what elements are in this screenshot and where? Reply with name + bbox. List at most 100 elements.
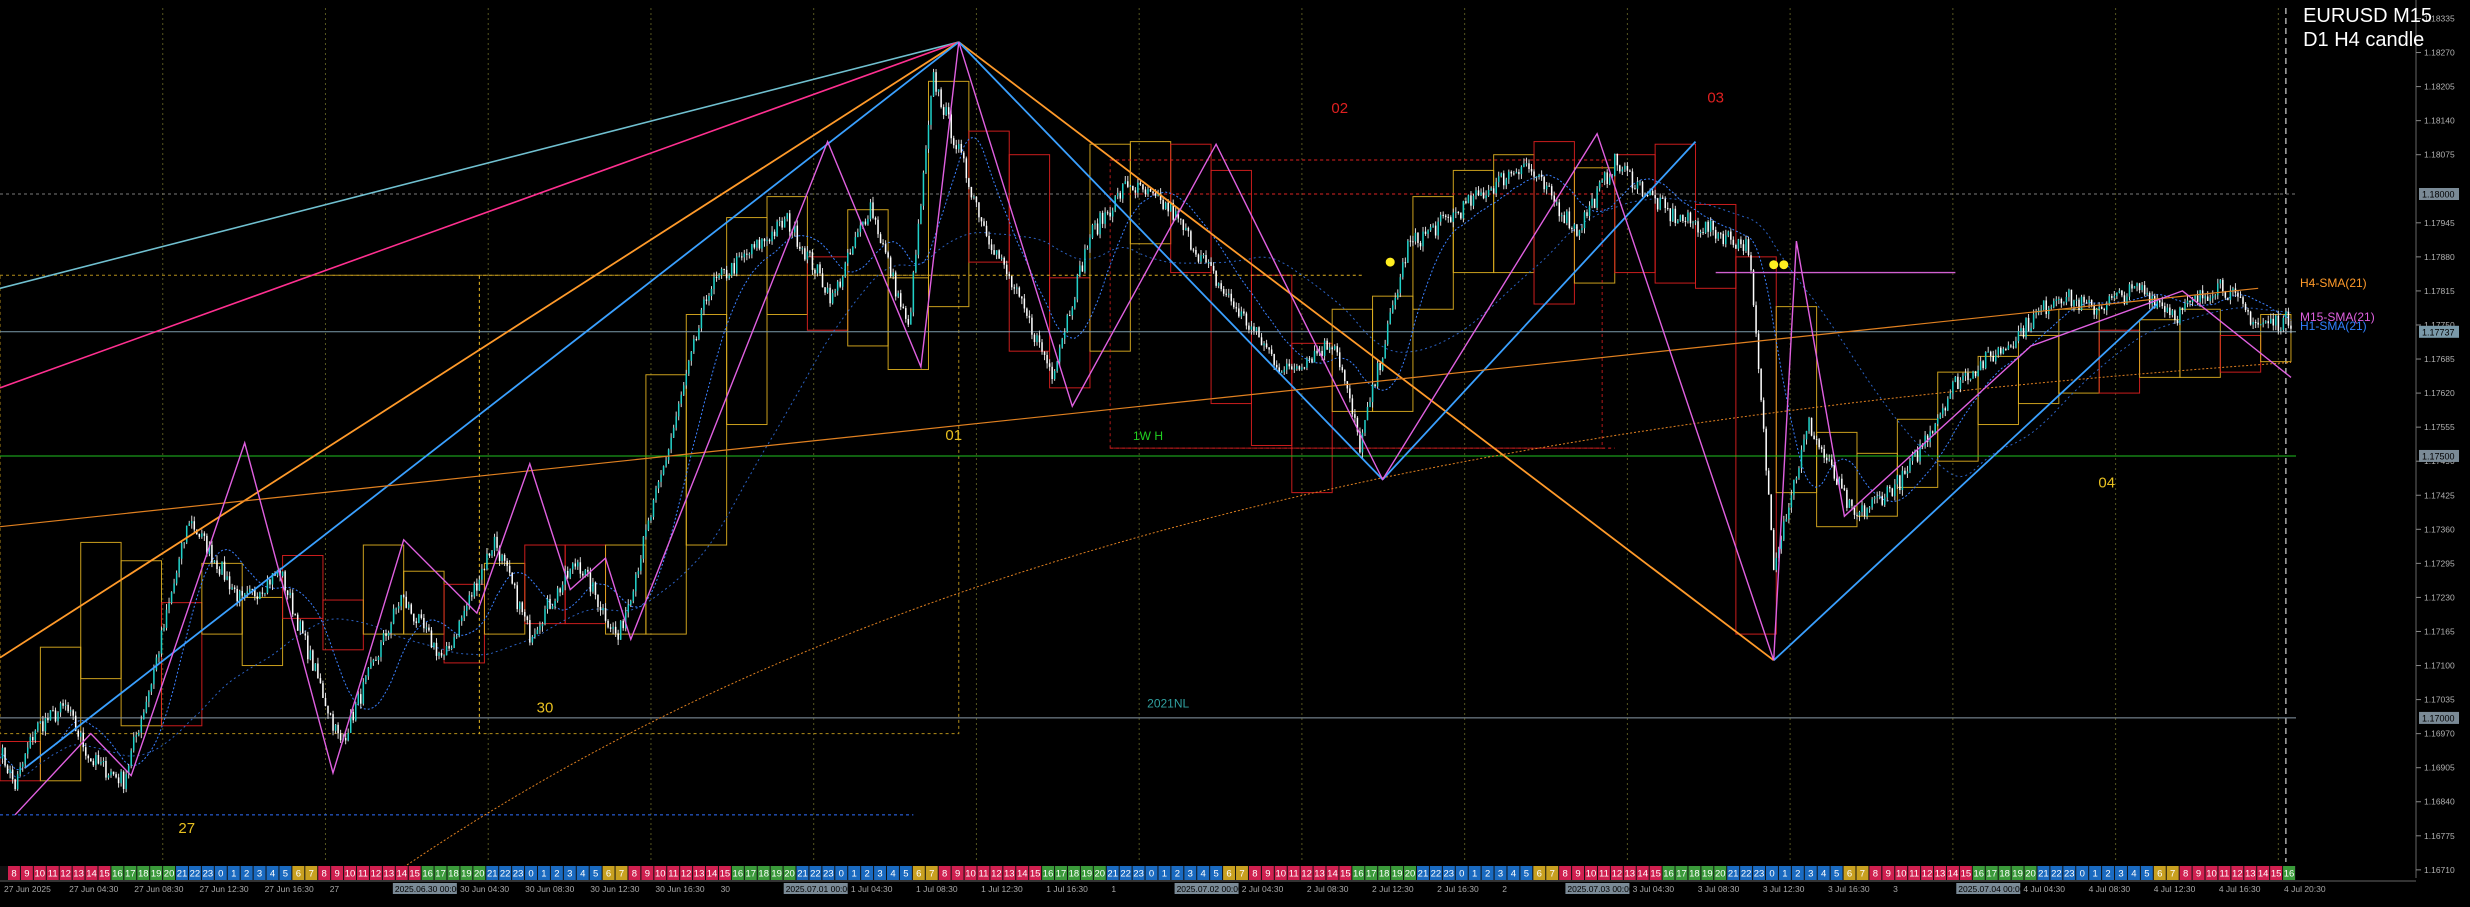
candle-body: [935, 72, 937, 92]
candle-body: [1311, 358, 1313, 363]
hour-cell-label: 19: [1392, 869, 1403, 880]
candle-body: [329, 713, 332, 715]
candle-body: [1687, 212, 1689, 222]
candle-body: [1936, 418, 1939, 424]
candle-body: [650, 517, 652, 521]
candle-body: [1147, 189, 1149, 195]
candle-body: [2206, 296, 2209, 301]
candle-body: [859, 225, 862, 233]
candle-body: [1765, 428, 1767, 471]
candle-body: [2272, 318, 2275, 326]
candle-body: [354, 703, 357, 721]
hour-cell-label: 3: [257, 869, 262, 880]
candle-body: [82, 732, 85, 748]
candle-body: [1573, 224, 1576, 229]
candle-body: [1805, 430, 1808, 440]
candle-body: [677, 403, 680, 417]
price-tick-label: 1.17230: [2424, 592, 2455, 602]
candle-body: [1217, 283, 1220, 286]
candle-body: [1586, 212, 1588, 217]
candle-body: [1916, 450, 1919, 462]
candle-body: [2290, 325, 2292, 329]
candle-body: [1682, 215, 1684, 222]
candle-body: [2131, 284, 2133, 289]
candle-body: [1742, 244, 1745, 251]
hour-cell-label: 23: [513, 869, 524, 880]
candle-body: [1561, 215, 1563, 217]
candle-body: [418, 614, 420, 624]
hour-cell-label: 9: [24, 869, 29, 880]
h4-box: [1614, 154, 1656, 274]
candle-body: [1525, 163, 1528, 165]
candle-body: [642, 536, 645, 559]
candle-body: [655, 488, 657, 500]
candle-body: [42, 721, 44, 732]
candle-body: [496, 536, 498, 548]
hour-cell-label: 0: [1769, 869, 1774, 880]
ma-line: [0, 197, 2292, 779]
candle-body: [175, 572, 178, 584]
candle-body: [1722, 233, 1725, 245]
candle-body: [723, 268, 725, 270]
hour-cell-label: 21: [177, 869, 188, 880]
candle-body: [783, 219, 786, 228]
candle-body: [776, 221, 778, 237]
candle-body: [85, 747, 87, 756]
candle-body: [1856, 514, 1858, 516]
candle-body: [307, 635, 309, 660]
candle-body: [1482, 192, 1485, 199]
candle-body: [218, 569, 221, 575]
candle-body: [1364, 420, 1366, 433]
candle-body: [1601, 180, 1603, 183]
candle-body: [1906, 471, 1909, 474]
candle-body: [1828, 459, 1830, 461]
hour-cell-label: 21: [487, 869, 498, 880]
candle-body: [132, 736, 135, 751]
candle-body: [1669, 208, 1672, 222]
candle-body: [1820, 447, 1823, 450]
candle-body: [1846, 489, 1848, 508]
hour-cell-label: 10: [1586, 869, 1597, 880]
candle-body: [831, 293, 834, 304]
candle-body: [662, 466, 665, 475]
trend-line: [0, 41, 959, 290]
hour-cell-label: 7: [1550, 869, 1555, 880]
candle-body: [1096, 223, 1099, 235]
candle-body: [1909, 460, 1911, 472]
hour-cell-label: 16: [1043, 869, 1054, 880]
price-chart[interactable]: 2730010203041W H2021NLH4-SMA(21)M15-SMA(…: [0, 0, 2470, 907]
candle-body: [413, 613, 415, 622]
price-tick-label: 1.16710: [2424, 865, 2455, 875]
indicator-label: H1-SMA(21): [2300, 319, 2367, 333]
candle-body: [1164, 202, 1167, 210]
candle-body: [1442, 214, 1444, 216]
candle-body: [11, 769, 14, 780]
candle-body: [2075, 299, 2078, 301]
candle-body: [955, 145, 958, 150]
candle-body: [1815, 439, 1818, 441]
candle-body: [1255, 327, 1258, 331]
candle-body: [619, 620, 622, 640]
candle-body: [2158, 300, 2161, 303]
candle-body: [29, 736, 32, 748]
candle-body: [1094, 223, 1096, 225]
hour-cell-label: 0: [2080, 869, 2085, 880]
hour-cell-label: 21: [797, 869, 808, 880]
h4-box: [2139, 319, 2181, 378]
candle-body: [1876, 496, 1878, 498]
price-axis: 1.183351.182701.182051.181401.180751.179…: [2415, 0, 2459, 878]
hour-cell-label: 15: [720, 869, 731, 880]
candle-body: [397, 606, 400, 609]
candle-body: [2217, 283, 2219, 296]
candle-body: [2080, 296, 2083, 311]
time-tick-label: 2 Jul 12:30: [1372, 884, 1414, 894]
hour-cell-label: 8: [1873, 869, 1878, 880]
candle-body: [110, 771, 112, 776]
candle-body: [766, 239, 768, 242]
candle-body: [2055, 299, 2058, 301]
candle-body: [1677, 220, 1679, 224]
candle-body: [675, 416, 677, 428]
candle-body: [34, 730, 37, 741]
candle-body: [2020, 328, 2022, 332]
candle-body: [228, 576, 231, 590]
